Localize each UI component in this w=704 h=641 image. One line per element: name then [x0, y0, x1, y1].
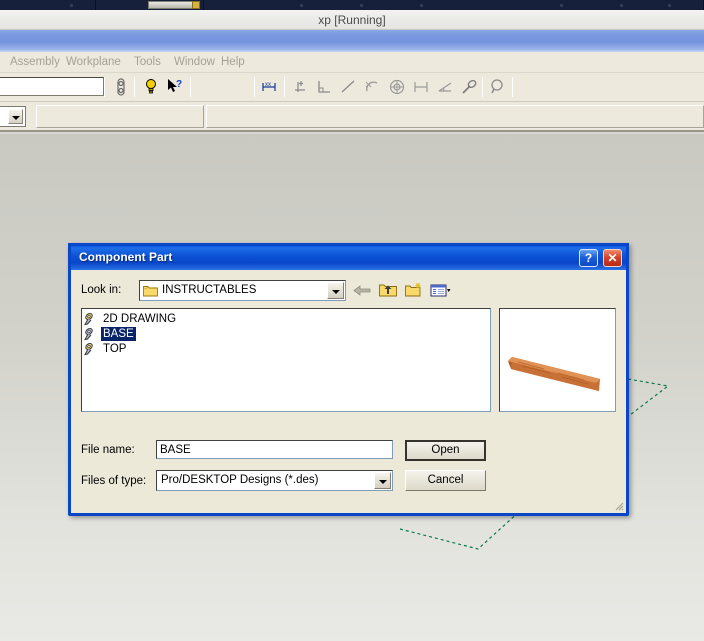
close-icon[interactable]: ✕ [603, 249, 622, 267]
app-window-titlebar[interactable] [0, 30, 704, 52]
svg-text:xx: xx [265, 82, 271, 88]
menu-item-assembly[interactable]: Assembly [4, 52, 66, 73]
chevron-down-icon[interactable] [374, 472, 391, 489]
menu-item-tools[interactable]: Tools [128, 52, 167, 73]
dialog-body: Look in: INSTRUCTABLES 2D DRAWING BASE T… [71, 270, 626, 513]
lookin-label: Look in: [81, 284, 122, 296]
filename-input[interactable] [156, 440, 393, 459]
dialog-titlebar[interactable]: Component Part ? ✕ [71, 246, 626, 270]
list-item-label: 2D DRAWING [103, 312, 177, 325]
circle-icon[interactable] [388, 78, 406, 96]
list-item-label: TOP [103, 342, 127, 355]
menu-item-workplane[interactable]: Workplane [60, 52, 127, 73]
list-item-label: BASE [101, 326, 136, 341]
chevron-down-icon[interactable] [8, 109, 23, 124]
app-toolbar-primary: Design ? [0, 73, 704, 102]
toolbar-empty-panel-1 [36, 105, 204, 128]
chevron-down-icon[interactable] [327, 282, 344, 299]
svg-text:?: ? [176, 79, 182, 90]
arc-icon[interactable] [363, 78, 381, 96]
up-one-level-icon[interactable] [377, 280, 399, 301]
line-icon[interactable] [339, 78, 357, 96]
vm-window-title: xp [Running] [318, 13, 386, 27]
screen-root: xp [Running] Assembly Workplane Tools Wi… [0, 0, 704, 641]
folder-icon [143, 284, 158, 297]
add-point-icon[interactable] [291, 78, 309, 96]
prodesktop-file-icon [84, 327, 99, 341]
cancel-button[interactable]: Cancel [405, 470, 486, 491]
menu-item-window[interactable]: Window [168, 52, 221, 73]
list-item[interactable]: TOP [84, 341, 490, 356]
list-item[interactable]: BASE [84, 326, 490, 341]
filetype-label: Files of type: [81, 475, 147, 487]
toolbar-empty-panel-2 [206, 105, 704, 128]
part-preview-thumbnail [499, 308, 616, 412]
secondary-combo[interactable] [0, 106, 26, 127]
host-taskbar-strip [0, 0, 704, 10]
open-button[interactable]: Open [405, 440, 486, 461]
filetype-value: Pro/DESKTOP Designs (*.des) [161, 474, 319, 486]
lookin-combo[interactable]: INSTRUCTABLES [139, 280, 346, 301]
file-list[interactable]: 2D DRAWING BASE TOP [81, 308, 491, 412]
views-icon[interactable] [429, 280, 451, 301]
capsule-icon[interactable] [112, 78, 130, 96]
lookin-value: INSTRUCTABLES [162, 284, 257, 296]
parallel-dimension-icon[interactable] [412, 78, 430, 96]
resize-grip[interactable] [612, 499, 624, 511]
vm-window-titlebar[interactable]: xp [Running] [0, 10, 704, 30]
dimension-coords-icon[interactable]: xx [260, 78, 278, 96]
lightbulb-help-icon[interactable] [142, 78, 160, 96]
dialog-title: Component Part [79, 250, 173, 264]
menu-item-help[interactable]: Help [215, 52, 251, 73]
help-button[interactable]: ? [579, 249, 598, 267]
corner-constraint-icon[interactable] [315, 78, 333, 96]
app-toolbar-secondary [0, 102, 704, 132]
app-menubar: Assembly Workplane Tools Window Help [0, 52, 704, 73]
component-part-dialog: Component Part ? ✕ Look in: INSTRUCTABLE… [68, 243, 629, 516]
prodesktop-file-icon [84, 342, 99, 356]
angle-dimension-icon[interactable] [436, 78, 454, 96]
fix-constraint-icon[interactable] [460, 78, 478, 96]
filename-label: File name: [81, 444, 135, 456]
design-mode-combo[interactable]: Design [0, 77, 104, 96]
whats-this-help-icon[interactable]: ? [166, 78, 184, 96]
back-icon[interactable] [351, 280, 373, 301]
new-folder-icon[interactable] [403, 280, 425, 301]
filetype-combo[interactable]: Pro/DESKTOP Designs (*.des) [156, 470, 393, 491]
list-item[interactable]: 2D DRAWING [84, 311, 490, 326]
zoom-icon[interactable] [489, 78, 507, 96]
prodesktop-file-icon [84, 312, 99, 326]
host-window-fragment-button [192, 1, 200, 9]
